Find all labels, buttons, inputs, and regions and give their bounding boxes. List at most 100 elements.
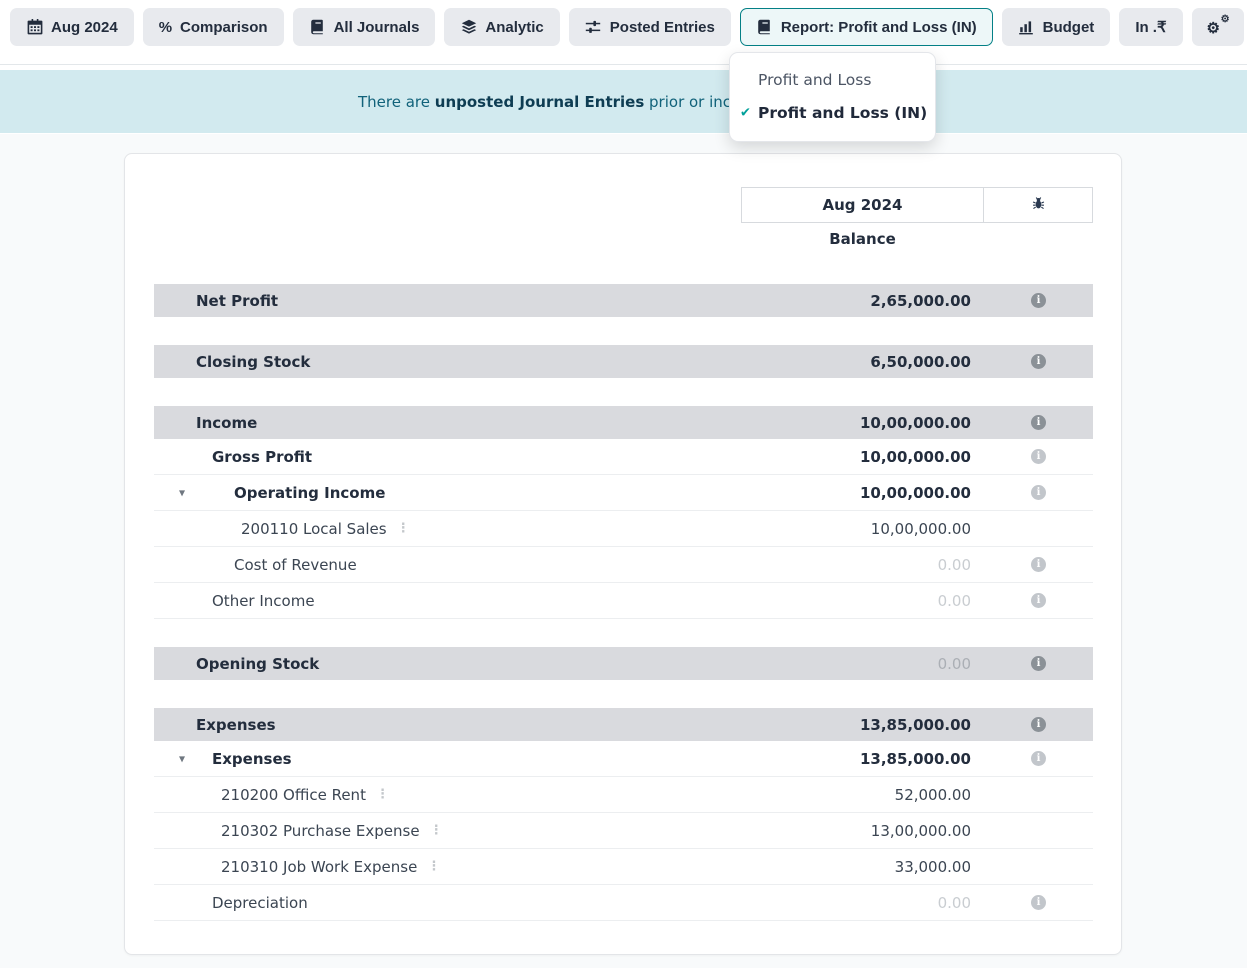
toolbar-button-label: Budget (1043, 19, 1095, 36)
toolbar-button-label: Posted Entries (610, 19, 715, 36)
row-label: Net Profit (196, 292, 278, 310)
book-icon (309, 19, 326, 36)
report-row-210310-job-work-expense: 210310 Job Work Expense⋮33,000.00 (154, 849, 1093, 885)
row-balance-value: 13,00,000.00 (871, 822, 971, 840)
kebab-menu-icon[interactable]: ⋮ (397, 521, 409, 536)
calendar-icon (26, 19, 43, 36)
gears-icon: ⚙⚙ (1208, 18, 1228, 36)
info-circle-icon[interactable]: i (1031, 751, 1046, 766)
row-balance-value: 10,00,000.00 (860, 414, 971, 432)
report-row-closing-stock: Closing Stock 6,50,000.00 i (154, 345, 1093, 378)
report-row-210200-office-rent: 210200 Office Rent ⋮ 52,000.00 (154, 777, 1093, 813)
toolbar-button-label: Report: Profit and Loss (IN) (781, 19, 977, 36)
info-circle-icon[interactable]: i (1031, 717, 1046, 732)
info-circle-icon[interactable]: i (1031, 485, 1046, 500)
banner-text-suffix: prior or inc (644, 93, 731, 111)
report-row-cost-of-revenue: Cost of Revenue 0.00 i (154, 547, 1093, 583)
toolbar-button-label: In .₹ (1135, 18, 1166, 36)
report-rows: Net Profit 2,65,000.00 i Closing Stock 6,50,… (154, 284, 1093, 921)
row-label[interactable]: 210302 Purchase Expense (221, 822, 420, 840)
row-balance-value: 6,50,000.00 (870, 353, 971, 371)
row-balance-value: 13,85,000.00 (860, 750, 971, 768)
report-row-expenses: Expenses 13,85,000.00 i (154, 708, 1093, 741)
row-balance-value: 0.00 (938, 556, 971, 574)
dropdown-item-profit-and-loss[interactable]: Profit and Loss (730, 63, 935, 96)
caret-down-icon[interactable]: ▾ (179, 485, 185, 499)
info-circle-icon[interactable]: i (1031, 895, 1046, 910)
row-label[interactable]: Operating Income (234, 484, 385, 502)
report-row-gross-profit: Gross Profit 10,00,000.00 i (154, 439, 1093, 475)
report-row-net-profit: Net Profit 2,65,000.00 i (154, 284, 1093, 317)
row-label: Expenses (196, 716, 276, 734)
toolbar-button-analytic[interactable]: Analytic (444, 8, 559, 46)
report-row-expenses: ▾ Expenses 13,85,000.00 i (154, 741, 1093, 777)
info-circle-icon[interactable]: i (1031, 415, 1046, 430)
report-card: Aug 2024 Balance Net Profit2,65,000.00iC… (124, 153, 1122, 955)
layers-icon (460, 19, 477, 36)
row-label: Depreciation (212, 894, 308, 912)
balance-column-label: Balance (741, 230, 984, 248)
info-circle-icon[interactable]: i (1031, 557, 1046, 572)
toolbar-button-label: Aug 2024 (51, 19, 118, 36)
toolbar-button-gears-icon[interactable]: ⚙⚙ (1192, 8, 1244, 46)
toolbar-button-budget[interactable]: Budget (1002, 8, 1111, 46)
info-circle-icon[interactable]: i (1031, 449, 1046, 464)
row-label: Cost of Revenue (234, 556, 357, 574)
info-circle-icon[interactable]: i (1031, 593, 1046, 608)
report-row-operating-income: ▾ Operating Income 10,00,000.00 i (154, 475, 1093, 511)
unposted-entries-banner: There are unposted Journal Entries prior… (0, 70, 1247, 133)
period-column-header: Aug 2024 (741, 187, 984, 223)
toolbar-button-report-profit-and-loss-in[interactable]: Report: Profit and Loss (IN) (740, 8, 993, 46)
bug-icon (1031, 196, 1046, 215)
row-label: Income (196, 414, 257, 432)
dropdown-item-profit-and-loss-in[interactable]: ✔ Profit and Loss (IN) (730, 96, 935, 129)
report-row-depreciation: Depreciation 0.00 i (154, 885, 1093, 921)
info-circle-icon[interactable]: i (1031, 293, 1046, 308)
caret-down-icon[interactable]: ▾ (179, 751, 185, 765)
row-label: Opening Stock (196, 655, 319, 673)
row-label[interactable]: 210200 Office Rent (221, 786, 366, 804)
row-balance-value: 10,00,000.00 (860, 484, 971, 502)
toolbar-button-in[interactable]: In .₹ (1119, 8, 1182, 46)
unposted-journal-entries-link[interactable]: unposted Journal Entries (435, 93, 645, 111)
report-row-opening-stock: Opening Stock0.00i (154, 647, 1093, 680)
toolbar-button-aug-2024[interactable]: Aug 2024 (10, 8, 134, 46)
row-label: Closing Stock (196, 353, 310, 371)
row-balance-value: 10,00,000.00 (860, 448, 971, 466)
content-background: Aug 2024 Balance Net Profit2,65,000.00iC… (0, 134, 1247, 968)
row-balance-value: 13,85,000.00 (860, 716, 971, 734)
toolbar-button-comparison[interactable]: % Comparison (143, 8, 284, 46)
row-label[interactable]: 200110 Local Sales (241, 520, 387, 538)
info-circle-icon[interactable]: i (1031, 354, 1046, 369)
profit-and-loss-report-page: Aug 2024% Comparison All Journals Analytic P… (0, 0, 1247, 968)
report-row-other-income: Other Income 0.00 i (154, 583, 1093, 619)
toolbar-button-label: Comparison (180, 19, 268, 36)
report-row-200110-local-sales: 200110 Local Sales ⋮ 10,00,000.00 (154, 511, 1093, 547)
row-label: Other Income (212, 592, 315, 610)
kebab-menu-icon[interactable]: ⋮ (427, 859, 439, 874)
row-balance-value: 0.00 (938, 894, 971, 912)
banner-text-prefix: There are (358, 93, 435, 111)
row-label: Gross Profit (212, 448, 312, 466)
info-circle-icon[interactable]: i (1031, 656, 1046, 671)
toolbar-button-posted-entries[interactable]: Posted Entries (569, 8, 731, 46)
kebab-menu-icon[interactable]: ⋮ (430, 823, 442, 838)
banner-message: There are unposted Journal Entries prior… (358, 70, 731, 133)
report-type-dropdown-menu: Profit and Loss ✔ Profit and Loss (IN) (729, 52, 936, 142)
row-balance-value: 10,00,000.00 (871, 520, 971, 538)
percent-icon: % (159, 20, 172, 35)
row-label[interactable]: Expenses (212, 750, 292, 768)
report-row-210302-purchase-expense: 210302 Purchase Expense ⋮ 13,00,000.00 (154, 813, 1093, 849)
check-icon: ✔ (740, 105, 751, 120)
sliders-icon (585, 19, 602, 36)
dropdown-item-label: Profit and Loss (IN) (758, 104, 927, 122)
kebab-menu-icon[interactable]: ⋮ (376, 787, 388, 802)
toolbar-button-label: All Journals (334, 19, 420, 36)
row-label[interactable]: 210310 Job Work Expense (221, 858, 417, 876)
debug-column-header[interactable] (983, 187, 1093, 223)
toolbar-button-all-journals[interactable]: All Journals (293, 8, 436, 46)
row-balance-value: 52,000.00 (895, 786, 971, 804)
bar-chart-icon (1018, 19, 1035, 36)
row-balance-value: 0.00 (938, 592, 971, 610)
row-balance-value: 2,65,000.00 (870, 292, 971, 310)
